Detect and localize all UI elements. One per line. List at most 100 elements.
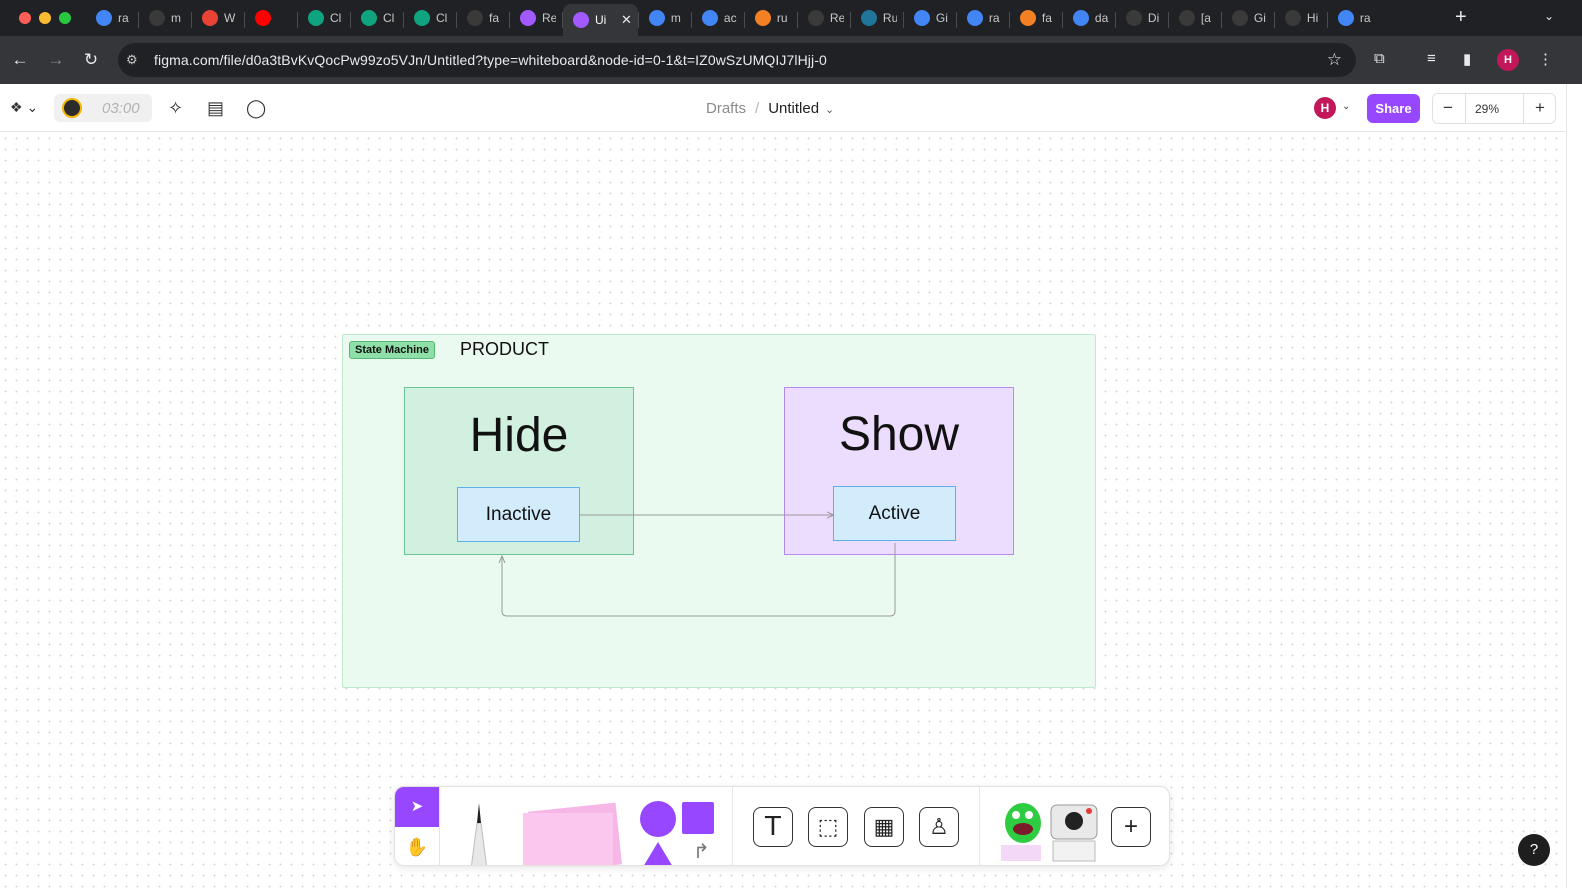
- browser-tab-label: ra: [118, 11, 129, 25]
- state-machine-section[interactable]: State Machine PRODUCT Hide Show Inactive…: [342, 334, 1096, 688]
- close-tab-icon[interactable]: ✕: [621, 12, 632, 28]
- browser-menu-icon[interactable]: ⋮: [1538, 50, 1553, 68]
- minimize-window-button[interactable]: [39, 12, 51, 24]
- browser-tab-label: ru: [776, 11, 788, 25]
- google-icon: [1072, 10, 1089, 26]
- figma-main-menu-icon[interactable]: ❖ ⌄: [10, 99, 38, 116]
- browser-tab[interactable]: fa: [457, 4, 509, 32]
- browser-tab[interactable]: [245, 4, 297, 32]
- browser-tab[interactable]: ru: [745, 4, 797, 32]
- url-text[interactable]: figma.com/file/d0a3tBvKvQocPw99zo5VJn/Un…: [154, 52, 827, 68]
- browser-tab-label: m: [171, 11, 181, 25]
- browser-tab[interactable]: Cl: [351, 4, 403, 32]
- stackoverflow-icon: [1019, 10, 1036, 26]
- plugins-camera-icon[interactable]: [1047, 801, 1101, 863]
- inactive-state-node[interactable]: Inactive: [457, 487, 580, 542]
- user-avatar[interactable]: H: [1314, 97, 1336, 119]
- tab-list: ra m W Cl Cl Cl fa Re Ui ✕ m ac ru Re Ru Gi ra fa da Di [a Gi…: [86, 4, 1380, 36]
- sticky-note-tool-button[interactable]: [519, 801, 625, 866]
- github-icon: [807, 10, 824, 26]
- browser-tab[interactable]: Gi: [904, 4, 956, 32]
- breadcrumb-drafts[interactable]: Drafts: [706, 100, 746, 117]
- browser-tab[interactable]: Gi: [1222, 4, 1274, 32]
- more-tools-button[interactable]: +: [1111, 807, 1151, 847]
- browser-tab[interactable]: da: [1063, 4, 1115, 32]
- timer-widget[interactable]: 03:00: [54, 94, 152, 122]
- marker-tool-button[interactable]: [457, 799, 501, 866]
- chevron-down-icon[interactable]: ⌄: [1342, 101, 1350, 112]
- browser-tab[interactable]: ac: [692, 4, 744, 32]
- whiteboard-canvas[interactable]: State Machine PRODUCT Hide Show Inactive…: [0, 133, 1566, 888]
- help-button[interactable]: ?: [1518, 834, 1550, 866]
- browser-tab-label: Ui: [595, 13, 607, 27]
- browser-tab-label: Cl: [383, 11, 395, 25]
- browser-tab-strip: ra m W Cl Cl Cl fa Re Ui ✕ m ac ru Re Ru Gi ra fa da Di [a Gi…: [0, 0, 1582, 36]
- forward-icon[interactable]: →: [46, 50, 66, 70]
- active-to-inactive-arrow: [502, 543, 896, 617]
- browser-tab-label: Re: [542, 11, 556, 25]
- new-tab-button[interactable]: +: [1455, 6, 1467, 29]
- site-settings-icon[interactable]: ⚙: [126, 52, 142, 68]
- reload-icon[interactable]: ↻: [81, 50, 101, 70]
- browser-tab[interactable]: fa: [1010, 4, 1062, 32]
- back-icon[interactable]: ←: [10, 50, 30, 70]
- browser-tab[interactable]: m: [639, 4, 691, 32]
- browser-tab[interactable]: Hi: [1275, 4, 1327, 32]
- bottom-toolbar: ➤ ✋ ↱ T ⬚ ▦ ♙ +: [394, 786, 1170, 866]
- browser-tab[interactable]: ra: [957, 4, 1009, 32]
- circle-shape-icon[interactable]: [640, 801, 676, 837]
- ai-sparkle-icon[interactable]: ✧: [168, 98, 183, 119]
- github-icon: [1231, 10, 1248, 26]
- file-name[interactable]: Untitled: [768, 100, 819, 117]
- square-shape-icon[interactable]: [682, 802, 714, 834]
- stamp-tool-button[interactable]: ♙: [919, 807, 959, 847]
- text-tool-button[interactable]: T: [753, 807, 793, 847]
- browser-tab-label: fa: [489, 11, 500, 25]
- hand-tool-button[interactable]: ✋: [395, 827, 439, 865]
- browser-tab[interactable]: Re: [798, 4, 850, 32]
- browser-tab[interactable]: Cl: [404, 4, 456, 32]
- zoom-level[interactable]: 29%: [1475, 102, 1499, 116]
- browser-tab[interactable]: Ru: [851, 4, 903, 32]
- browser-tab[interactable]: ra: [86, 4, 138, 32]
- media-control-icon[interactable]: ≡: [1427, 50, 1436, 67]
- browser-tab-label: Cl: [436, 11, 448, 25]
- browser-tab-label: ac: [723, 11, 737, 25]
- browser-tab[interactable]: Ui ✕: [563, 4, 638, 36]
- active-state-node[interactable]: Active: [833, 486, 956, 541]
- figma-toolbar: ❖ ⌄ 03:00 ✧ ▤ ◯ Drafts / Untitled ⌄ H ⌄ Sha…: [0, 84, 1566, 132]
- address-bar[interactable]: ⚙ figma.com/file/d0a3tBvKvQocPw99zo5VJn/…: [118, 43, 1356, 77]
- browser-tab[interactable]: ra: [1328, 4, 1380, 32]
- browser-tab[interactable]: Cl: [298, 4, 350, 32]
- templates-icon[interactable]: ▤: [207, 98, 224, 119]
- move-tool-button[interactable]: ➤: [395, 787, 439, 827]
- browser-tab-label: Gi: [935, 11, 948, 25]
- browser-tab[interactable]: W: [192, 4, 244, 32]
- browser-tab[interactable]: Re: [510, 4, 562, 32]
- table-tool-button[interactable]: ▦: [864, 807, 904, 847]
- browser-tab-label: ra: [1359, 11, 1371, 25]
- right-edge-panel: [1566, 84, 1582, 888]
- connector-tool-icon[interactable]: ↱: [693, 839, 710, 864]
- bookmark-star-icon[interactable]: ☆: [1327, 50, 1342, 70]
- github-icon: [467, 10, 483, 26]
- browser-tab-label: Re: [829, 11, 844, 25]
- close-window-button[interactable]: [19, 12, 31, 24]
- share-button[interactable]: Share: [1367, 94, 1420, 123]
- browser-profile-avatar[interactable]: H: [1497, 49, 1519, 71]
- tab-search-icon[interactable]: ⌄: [1538, 9, 1560, 29]
- maximize-window-button[interactable]: [59, 12, 71, 24]
- browser-tab[interactable]: [a: [1169, 4, 1221, 32]
- widgets-monster-icon[interactable]: [999, 795, 1045, 863]
- zoom-out-icon[interactable]: −: [1438, 98, 1458, 118]
- comment-icon[interactable]: ◯: [246, 98, 266, 119]
- triangle-shape-icon[interactable]: [643, 842, 673, 865]
- extensions-icon[interactable]: ⧉: [1374, 50, 1385, 67]
- section-tool-button[interactable]: ⬚: [808, 807, 848, 847]
- browser-tab-label: fa: [1041, 11, 1052, 25]
- side-panel-icon[interactable]: ▮: [1463, 50, 1471, 68]
- zoom-in-icon[interactable]: +: [1530, 98, 1550, 118]
- chevron-down-icon[interactable]: ⌄: [825, 104, 834, 116]
- browser-tab[interactable]: m: [139, 4, 191, 32]
- browser-tab[interactable]: Di: [1116, 4, 1168, 32]
